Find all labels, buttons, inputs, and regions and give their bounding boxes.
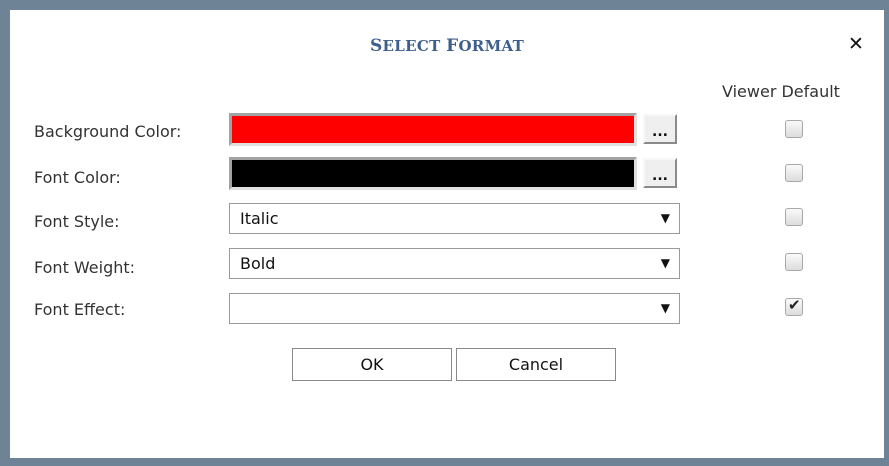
font-style-select[interactable]: Italic ▼ (229, 203, 680, 234)
dropdown-arrow-icon: ▼ (660, 301, 670, 315)
font-color-swatch (229, 157, 637, 190)
dropdown-arrow-icon: ▼ (660, 256, 670, 270)
background-color-picker-button[interactable]: ... (643, 114, 677, 144)
viewer-default-header: Viewer Default (722, 82, 840, 101)
select-format-dialog: SELECT FORMAT ✕ Viewer Default Backgroun… (10, 10, 884, 458)
dialog-title: SELECT FORMAT (369, 36, 525, 56)
font-weight-label: Font Weight: (34, 258, 136, 277)
dropdown-arrow-icon: ▼ (660, 211, 670, 225)
font-effect-select[interactable]: ▼ (229, 293, 680, 324)
background-color-viewer-default-checkbox[interactable] (785, 120, 803, 138)
font-style-label: Font Style: (34, 212, 120, 231)
font-color-viewer-default-checkbox[interactable] (785, 164, 803, 182)
font-weight-value: Bold (240, 254, 276, 273)
checkmark-icon: ✔ (788, 296, 801, 314)
font-color-picker-button[interactable]: ... (643, 158, 677, 188)
font-weight-viewer-default-checkbox[interactable] (785, 253, 803, 271)
cancel-button[interactable]: Cancel (456, 348, 616, 381)
font-style-viewer-default-checkbox[interactable] (785, 208, 803, 226)
font-weight-select[interactable]: Bold ▼ (229, 248, 680, 279)
close-icon[interactable]: ✕ (848, 34, 864, 54)
background-color-label: Background Color: (34, 122, 182, 141)
font-effect-viewer-default-checkbox[interactable]: ✔ (785, 296, 803, 316)
font-effect-label: Font Effect: (34, 300, 126, 319)
font-style-value: Italic (240, 209, 279, 228)
ok-button[interactable]: OK (292, 348, 452, 381)
font-color-label: Font Color: (34, 168, 121, 187)
background-color-swatch (229, 113, 637, 146)
